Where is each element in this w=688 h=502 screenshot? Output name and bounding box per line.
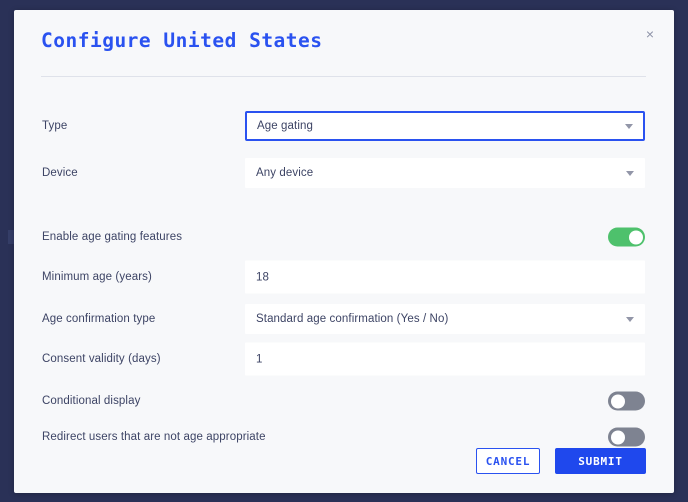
- modal-backdrop: Configure United States × Type Age gatin…: [0, 0, 688, 502]
- label-redirect-users: Redirect users that are not age appropri…: [42, 431, 266, 443]
- label-minimum-age: Minimum age (years): [42, 271, 152, 283]
- control-consent-validity: 1: [245, 342, 645, 376]
- form-row-conditional-display: Conditional display: [14, 381, 674, 421]
- submit-button[interactable]: SUBMIT: [555, 448, 646, 474]
- toggle-conditional-display[interactable]: [608, 391, 645, 411]
- control-minimum-age: 18: [245, 260, 645, 294]
- chevron-down-icon: [625, 123, 633, 129]
- type-select[interactable]: Age gating: [245, 111, 645, 141]
- age-confirmation-type-value: Standard age confirmation (Yes / No): [256, 313, 449, 325]
- label-device: Device: [42, 167, 78, 179]
- toggle-enable-age-gating-features[interactable]: [608, 227, 645, 247]
- title-divider: [41, 76, 646, 77]
- form-row-minimum-age: Minimum age (years) 18: [14, 257, 674, 297]
- control-device: Any device: [245, 158, 645, 188]
- label-conditional-display: Conditional display: [42, 395, 141, 407]
- toggle-knob: [610, 394, 625, 408]
- device-select-value: Any device: [256, 167, 314, 179]
- minimum-age-value: 18: [256, 271, 269, 283]
- form-row-device: Device Any device: [14, 153, 674, 193]
- consent-validity-input[interactable]: 1: [245, 342, 645, 376]
- configure-dialog: Configure United States × Type Age gatin…: [14, 10, 674, 493]
- device-select[interactable]: Any device: [245, 158, 645, 188]
- label-age-confirmation-type: Age confirmation type: [42, 313, 156, 325]
- dialog-footer: CANCEL SUBMIT: [14, 448, 674, 478]
- form-row-consent-validity: Consent validity (days) 1: [14, 339, 674, 379]
- close-icon[interactable]: ×: [639, 23, 661, 45]
- label-type: Type: [42, 120, 68, 132]
- label-enable-age-gating-features: Enable age gating features: [42, 231, 183, 243]
- form-row-enable-age-gating: Enable age gating features: [14, 217, 674, 257]
- chevron-down-icon: [626, 316, 634, 322]
- toggle-redirect-users[interactable]: [608, 427, 645, 447]
- page-title: Configure United States: [41, 29, 323, 52]
- form-row-type: Type Age gating: [14, 106, 674, 146]
- consent-validity-value: 1: [256, 353, 263, 365]
- type-select-value: Age gating: [257, 120, 313, 132]
- control-type: Age gating: [245, 111, 645, 141]
- control-age-confirmation-type: Standard age confirmation (Yes / No): [245, 304, 645, 334]
- toggle-knob: [610, 430, 625, 444]
- age-confirmation-type-select[interactable]: Standard age confirmation (Yes / No): [245, 304, 645, 334]
- label-consent-validity: Consent validity (days): [42, 353, 161, 365]
- chevron-down-icon: [626, 170, 634, 176]
- form-row-age-confirmation-type: Age confirmation type Standard age confi…: [14, 299, 674, 339]
- minimum-age-input[interactable]: 18: [245, 260, 645, 294]
- toggle-knob: [628, 230, 643, 244]
- cancel-button[interactable]: CANCEL: [476, 448, 540, 474]
